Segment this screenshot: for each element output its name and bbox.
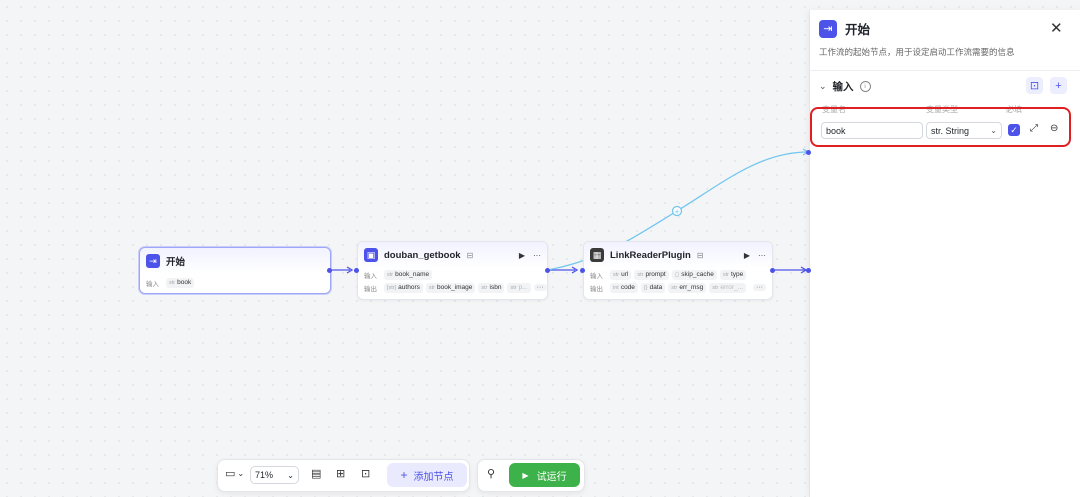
edge-add-plus-icon: + (674, 208, 680, 216)
port-start-out[interactable] (327, 268, 332, 273)
add-node-button[interactable]: + 添加节点 (387, 463, 467, 487)
comment-icon[interactable]: ▤ (311, 467, 321, 480)
input-section-header[interactable]: ⌄ 输入 i (819, 79, 871, 94)
expand-icon[interactable]: ⤢ (1030, 123, 1038, 134)
port-douban-in[interactable] (354, 268, 359, 273)
chevron-down-icon: ⌄ (990, 126, 997, 135)
linkreader-icon: ▦ (590, 248, 604, 262)
param-tag: str book_image (425, 282, 476, 293)
var-type-value: str. String (931, 125, 970, 136)
param-tag: str error_... (709, 282, 747, 293)
node-start[interactable]: ⇥ 开始 输入 str book (139, 247, 331, 294)
save-icon: ⊟ (466, 250, 474, 260)
param-tag: str book_name (384, 269, 433, 280)
panel-title: 开始 (845, 23, 871, 37)
port-douban-out[interactable] (545, 268, 550, 273)
canvas-toolbar: ▭ ⌄ 71% ⌄ ▤ ⊞ ⊡ + 添加节点 (217, 459, 470, 492)
node-linkreader-input-label: 输入 (590, 272, 603, 280)
param-tag: str type (719, 269, 747, 280)
param-tag: str url (610, 269, 632, 280)
add-variable-button[interactable]: + (1050, 77, 1067, 94)
start-icon: ⇥ (146, 254, 160, 268)
panel-description: 工作流的起始节点，用于设定启动工作流需要的信息 (819, 47, 1015, 57)
node-linkreader[interactable]: ▦ LinkReaderPlugin ⊟ ▶ ··· 输入 str url str… (583, 241, 773, 300)
node-start-input-label: 输入 (146, 280, 159, 288)
run-toolbar: ⚲ ▶ 试运行 (477, 459, 585, 492)
play-icon: ▶ (522, 470, 529, 480)
var-type-select[interactable]: str. String ⌄ (926, 122, 1002, 139)
chevron-down-icon[interactable]: ⌄ (819, 81, 827, 92)
param-tag: str err_msg (668, 282, 707, 293)
zoom-value: 71% (255, 470, 274, 480)
run-node-icon[interactable]: ▶ (519, 251, 525, 260)
more-icon[interactable]: ··· (533, 251, 541, 260)
test-run-button[interactable]: ▶ 试运行 (509, 463, 580, 487)
node-douban-input-label: 输入 (364, 272, 377, 280)
plugin-icon: ▣ (364, 248, 378, 262)
param-tag: str isbn (478, 282, 505, 293)
add-node-label: 添加节点 (413, 471, 454, 483)
layout-icon[interactable]: ⊞ (336, 467, 345, 480)
node-linkreader-output-label: 输出 (590, 285, 603, 293)
param-tag: [str] authors (384, 282, 423, 293)
port-linkreader-out[interactable] (770, 268, 775, 273)
more-params-icon[interactable]: ··· (533, 284, 547, 291)
node-linkreader-title: LinkReaderPlugin (610, 249, 691, 261)
node-douban-output-label: 输出 (364, 285, 377, 293)
remove-icon[interactable]: ⊖ (1050, 123, 1058, 134)
required-checkbox[interactable]: ✓ (1008, 124, 1020, 136)
var-name-input[interactable]: book (821, 122, 923, 139)
test-run-label: 试运行 (536, 471, 567, 483)
note-icon[interactable]: ⊡ (361, 467, 370, 480)
param-tag: {} data (640, 282, 666, 293)
input-section-title: 输入 (832, 81, 854, 93)
node-start-title: 开始 (166, 257, 186, 268)
more-icon[interactable]: ··· (758, 251, 766, 260)
minimap-toggle[interactable]: ▭ ⌄ (225, 467, 244, 480)
param-tag: str prompt (634, 269, 669, 280)
run-node-icon[interactable]: ▶ (744, 251, 750, 260)
minimap-icon: ▭ (225, 468, 236, 480)
debug-icon[interactable]: ⚲ (487, 467, 495, 480)
node-settings-panel: ⇥ 开始 ✕ 工作流的起始节点，用于设定启动工作流需要的信息 ⌄ 输入 i ⊡ … (809, 10, 1080, 497)
param-tag: ◻ skip_cache (671, 269, 717, 280)
close-icon[interactable]: ✕ (1050, 19, 1063, 37)
node-douban-title: douban_getbook (384, 249, 461, 261)
import-icon[interactable]: ⊡ (1026, 77, 1043, 94)
info-icon[interactable]: i (859, 81, 871, 92)
node-start-input-tag: str book (166, 277, 195, 288)
zoom-select[interactable]: 71% ⌄ (250, 466, 299, 484)
more-params-icon[interactable]: ··· (753, 284, 766, 291)
port-linkreader-in[interactable] (580, 268, 585, 273)
chevron-down-icon: ⌄ (287, 470, 294, 480)
save-icon: ⊟ (696, 250, 704, 260)
start-icon: ⇥ (819, 19, 837, 38)
port-panel-target[interactable] (806, 150, 811, 155)
node-douban-getbook[interactable]: ▣ douban_getbook ⊟ ▶ ··· 输入 str book_name… (357, 241, 548, 300)
port-next-node[interactable] (806, 268, 811, 273)
divider (810, 70, 1080, 71)
chevron-down-icon: ⌄ (237, 469, 245, 478)
param-tag: str p... (507, 282, 531, 293)
param-tag: int code (610, 282, 638, 293)
plus-icon: + (400, 468, 408, 482)
